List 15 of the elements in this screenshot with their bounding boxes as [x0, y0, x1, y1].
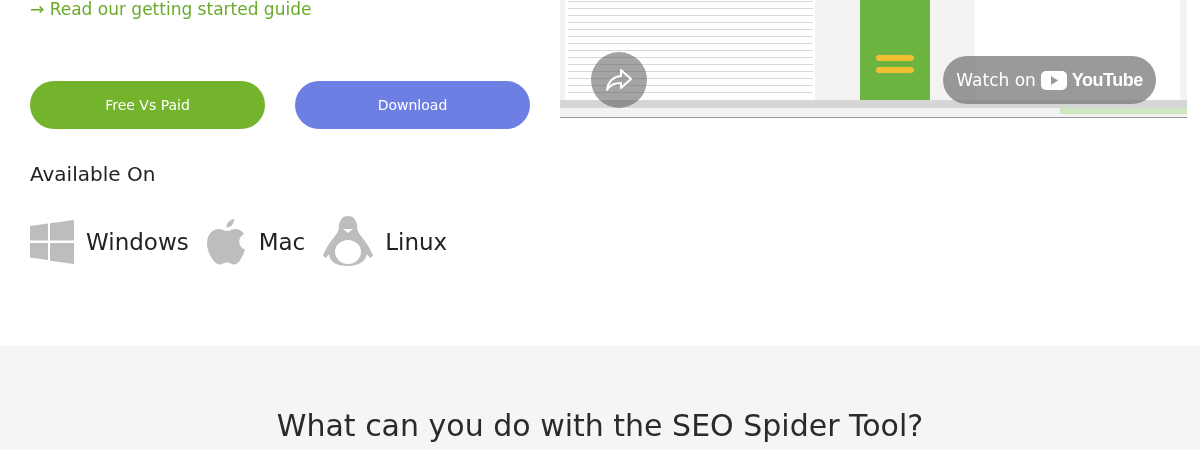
share-icon	[606, 69, 632, 91]
section-heading: What can you do with the SEO Spider Tool?	[276, 408, 924, 443]
windows-icon	[30, 220, 74, 264]
available-on-heading: Available On	[30, 162, 156, 186]
platform-label: Linux	[385, 229, 448, 255]
play-icon	[1040, 70, 1067, 90]
watch-on-youtube-button[interactable]: Watch on YouTube	[943, 56, 1156, 104]
free-vs-paid-button[interactable]: Free Vs Paid	[30, 81, 265, 129]
penguin-icon	[323, 216, 374, 268]
platform-label: Windows	[86, 229, 189, 255]
download-button[interactable]: Download	[295, 81, 530, 129]
apple-icon	[206, 219, 247, 265]
getting-started-link[interactable]: → Read our getting started guide	[30, 0, 312, 19]
share-button[interactable]	[591, 52, 647, 108]
platform-label: Mac	[258, 229, 306, 255]
